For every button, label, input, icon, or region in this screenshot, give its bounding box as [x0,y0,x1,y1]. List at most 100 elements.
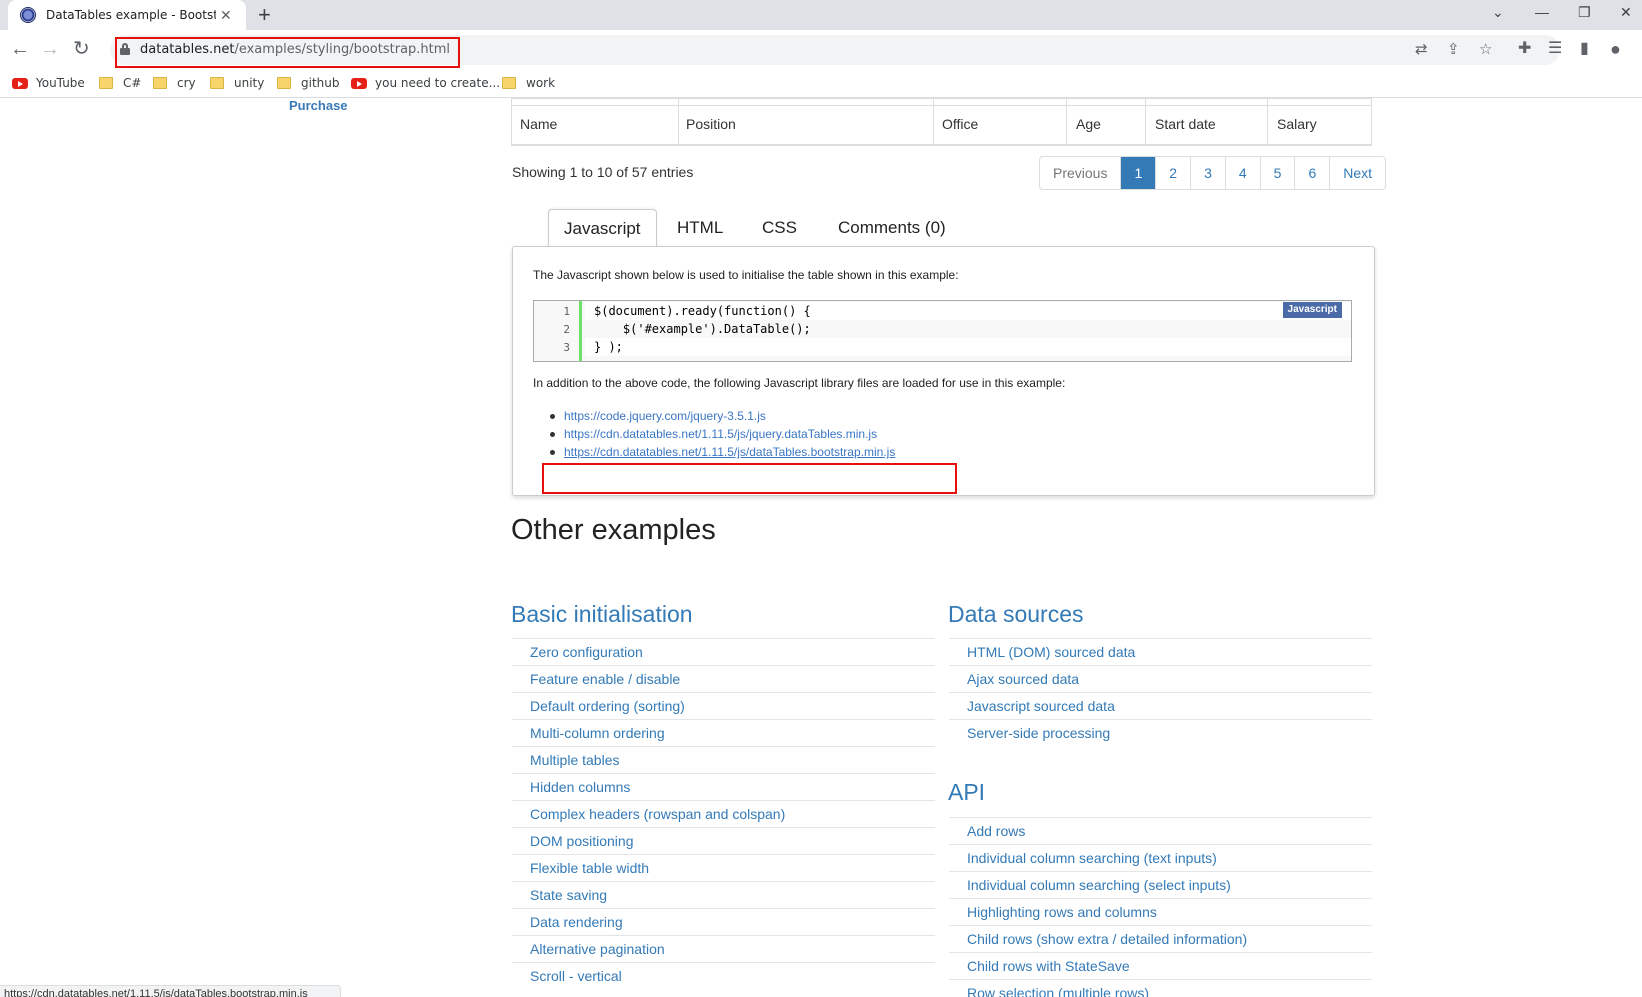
code-line: $('#example').DataTable(); [594,322,811,336]
extensions-icon[interactable]: ✚ [1518,37,1531,61]
list-item[interactable]: Individual column searching (text inputs… [949,844,1372,871]
table-info: Showing 1 to 10 of 57 entries [512,164,694,180]
column-position[interactable]: Position [686,116,736,132]
list-item[interactable]: Individual column searching (select inpu… [949,871,1372,898]
bookmark-work[interactable]: work [502,76,555,90]
pagination-page-5[interactable]: 5 [1259,157,1295,189]
list-item[interactable]: Javascript sourced data [949,692,1372,719]
list-item[interactable]: Hidden columns [512,773,935,800]
line-number: 3 [563,341,570,354]
list-item[interactable]: Highlighting rows and columns [949,898,1372,925]
bookmark-youtube[interactable]: YouTube [12,76,85,90]
list-item[interactable]: Default ordering (sorting) [512,692,935,719]
list-item[interactable]: Ajax sourced data [949,665,1372,692]
list-item[interactable]: State saving [512,881,935,908]
folder-icon [99,77,113,89]
browser-tab[interactable]: DataTables example - Bootstrap 3 ✕ [8,0,246,30]
youtube-icon [12,77,28,89]
list-item[interactable]: DOM positioning [512,827,935,854]
list-item: https://code.jquery.com/jquery-3.5.1.js [550,407,895,425]
folder-icon [210,77,224,89]
column-start-date[interactable]: Start date [1155,116,1216,132]
column-office[interactable]: Office [942,116,978,132]
line-number: 2 [563,323,570,336]
list-item[interactable]: HTML (DOM) sourced data [949,638,1372,665]
list-item[interactable]: Complex headers (rowspan and colspan) [512,800,935,827]
new-tab-icon[interactable]: + [258,2,271,28]
list-item: https://cdn.datatables.net/1.11.5/js/jqu… [550,425,895,443]
libraries-note: In addition to the above code, the follo… [533,376,1066,390]
list-item[interactable]: Scroll - vertical [512,962,935,989]
list-item[interactable]: Add rows [949,817,1372,844]
purchase-link[interactable]: Purchase [289,98,348,113]
list-item[interactable]: Multi-column ordering [512,719,935,746]
basic-initialisation-heading[interactable]: Basic initialisation [511,601,693,628]
side-panel-icon[interactable]: ▮ [1580,37,1589,61]
list-item[interactable]: Server-side processing [949,719,1372,746]
list-item: https://cdn.datatables.net/1.11.5/js/dat… [550,443,895,461]
back-icon[interactable]: ← [10,37,30,61]
reload-icon[interactable]: ↻ [73,37,90,61]
code-line: } ); [594,340,623,354]
tab-comments[interactable]: Comments (0) [823,209,961,247]
pagination-previous[interactable]: Previous [1040,157,1120,189]
bookmarks-bar: YouTube C# cry unity github you need to … [0,70,1642,98]
line-number: 1 [563,305,570,318]
table-footer-header: Name Position Office Age Start date Sala… [511,98,1372,146]
tab-css[interactable]: CSS [747,209,812,247]
column-name[interactable]: Name [520,116,557,132]
bookmark-cry[interactable]: cry [153,76,196,90]
bookmark-unity[interactable]: unity [210,76,264,90]
profile-avatar-icon[interactable]: ● [1610,37,1621,61]
list-item[interactable]: Flexible table width [512,854,935,881]
pagination-page-6[interactable]: 6 [1294,157,1329,189]
code-gutter: 1 2 3 [534,301,582,361]
reading-list-icon[interactable]: ☰ [1548,37,1562,61]
list-item[interactable]: Multiple tables [512,746,935,773]
column-salary[interactable]: Salary [1277,116,1317,132]
link-status-bar: https://cdn.datatables.net/1.11.5/js/dat… [0,985,341,997]
bookmark-github[interactable]: github [277,76,339,90]
library-highlight-box [542,463,957,494]
pagination-page-3[interactable]: 3 [1190,157,1225,189]
library-link-datatables[interactable]: https://cdn.datatables.net/1.11.5/js/jqu… [564,427,877,441]
bookmark-youtube-video[interactable]: you need to create... [351,76,500,90]
library-link-bootstrap[interactable]: https://cdn.datatables.net/1.11.5/js/dat… [564,445,895,459]
pagination-page-4[interactable]: 4 [1224,157,1260,189]
list-item[interactable]: Data rendering [512,908,935,935]
page-content: Purchase Name Position Office Age Start … [0,98,1642,997]
folder-icon [502,77,516,89]
pagination: Previous 1 2 3 4 5 6 Next [1039,156,1387,190]
list-item[interactable]: Feature enable / disable [512,665,935,692]
minimize-icon[interactable]: — [1535,4,1549,20]
share-icon[interactable]: ⇪ [1447,40,1460,58]
close-tab-icon[interactable]: ✕ [220,7,232,24]
language-badge: Javascript [1282,302,1342,318]
list-item[interactable]: Row selection (multiple rows) [949,979,1372,997]
pagination-next[interactable]: Next [1329,157,1385,189]
pagination-page-2[interactable]: 2 [1155,157,1190,189]
pagination-page-1[interactable]: 1 [1120,157,1156,189]
bookmark-csharp[interactable]: C# [99,76,141,90]
bookmark-star-icon[interactable]: ☆ [1479,40,1492,58]
tab-javascript[interactable]: Javascript [548,209,657,247]
data-sources-heading[interactable]: Data sources [948,601,1084,628]
close-window-icon[interactable]: ✕ [1620,4,1632,21]
api-heading[interactable]: API [948,779,985,806]
library-link-jquery[interactable]: https://code.jquery.com/jquery-3.5.1.js [564,409,766,423]
list-item[interactable]: Child rows (show extra / detailed inform… [949,925,1372,952]
tab-search-icon[interactable]: ⌄ [1492,4,1504,21]
forward-icon[interactable]: → [40,37,60,61]
datatables-favicon-icon [20,7,36,23]
list-item[interactable]: Child rows with StateSave [949,952,1372,979]
list-item[interactable]: Zero configuration [512,638,935,665]
code-block: 1 2 3 $(document).ready(function() { $('… [533,300,1352,362]
column-age[interactable]: Age [1076,116,1101,132]
list-item[interactable]: Alternative pagination [512,935,935,962]
tab-html[interactable]: HTML [662,209,738,247]
other-examples-title: Other examples [511,514,716,546]
folder-icon [153,77,167,89]
restore-icon[interactable]: ❐ [1578,4,1591,21]
data-sources-list: HTML (DOM) sourced data Ajax sourced dat… [949,638,1372,746]
translate-icon[interactable]: ⇄ [1415,40,1428,58]
